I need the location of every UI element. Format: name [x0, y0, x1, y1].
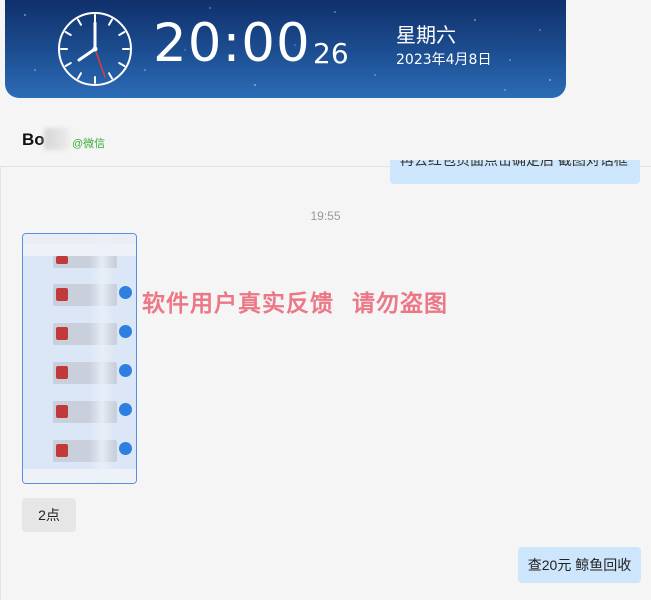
thumbnail-status-bar	[23, 234, 136, 244]
avatar-icon	[119, 364, 132, 377]
name-redaction	[44, 128, 70, 150]
weekday-label: 星期六	[396, 23, 456, 47]
red-envelope-icon	[56, 366, 68, 379]
contact-source-tag: @微信	[72, 138, 106, 150]
clock-banner: 20:00 26 星期六 2023年4月8日	[5, 0, 566, 98]
digital-time: 20:00	[153, 13, 311, 74]
date-label: 2023年4月8日	[396, 52, 492, 68]
red-envelope-icon	[56, 256, 68, 264]
analog-clock-icon	[58, 12, 132, 86]
red-envelope-icon	[56, 444, 68, 457]
red-envelope-icon	[56, 327, 68, 340]
thumbnail-title-bar	[23, 244, 136, 256]
message-text: 再去红包页面点击确定后 截图对话框	[400, 160, 628, 168]
thumbnail-input-bar	[23, 469, 136, 483]
panel-divider	[0, 166, 1, 600]
digital-seconds: 26	[313, 37, 349, 70]
message-text: 查20元 鲸鱼回收	[527, 557, 632, 573]
message-bubble-outgoing[interactable]: 查20元 鲸鱼回收	[518, 547, 641, 583]
contact-name[interactable]: Bo	[22, 130, 45, 150]
avatar-icon	[119, 286, 132, 299]
message-timestamp: 19:55	[310, 209, 341, 223]
avatar-icon	[119, 403, 132, 416]
red-envelope-icon	[56, 288, 68, 301]
message-bubble-incoming[interactable]: 2点	[22, 498, 76, 532]
chat-header: Bo @微信	[0, 98, 651, 167]
red-envelope-icon	[56, 405, 68, 418]
message-bubble-outgoing[interactable]: 再去红包页面点击确定后 截图对话框	[390, 160, 640, 184]
image-message[interactable]	[22, 233, 137, 484]
avatar-icon	[119, 442, 132, 455]
avatar-icon	[119, 325, 132, 338]
thumbnail-redaction	[89, 234, 115, 483]
watermark-text: 软件用户真实反馈 请勿盗图	[142, 291, 449, 317]
message-text: 2点	[38, 507, 60, 523]
